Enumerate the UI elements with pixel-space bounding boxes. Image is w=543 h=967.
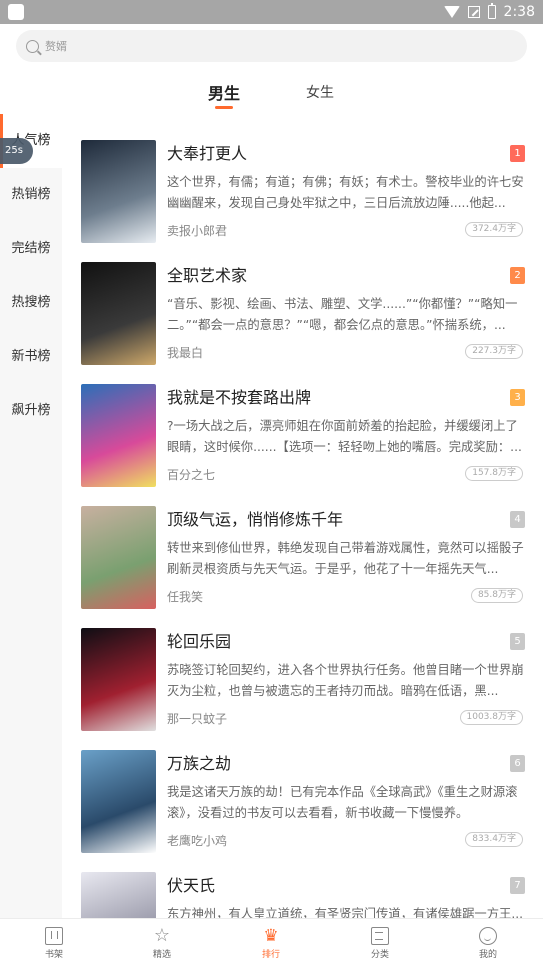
- bottom-navigation: 书架 ☆ 精选 ♛ 排行 分类 我的: [0, 918, 543, 967]
- book-item[interactable]: 顶级气运，悄悄修炼千年 4 转世来到修仙世界，韩绝发现自己带着游戏属性，竟然可以…: [62, 496, 543, 618]
- tab-female[interactable]: 女生: [306, 82, 334, 102]
- word-count-badge: 157.8万字: [465, 466, 523, 481]
- search-input[interactable]: [45, 39, 505, 53]
- book-title: 我就是不按套路出牌: [167, 388, 312, 407]
- book-title: 轮回乐园: [167, 632, 232, 651]
- book-description: 东方神州，有人皇立道统，有圣贤宗门传道，有诸侯雄踞一方王...: [167, 907, 524, 918]
- rank-badge: 6: [510, 755, 525, 772]
- book-description: 我是这诸天万族的劫！已有完本作品《全球高武》《重生之财源滚滚》，没看过的书友可以…: [167, 785, 518, 820]
- sidebar-item-rising[interactable]: 飙升榜: [0, 384, 62, 438]
- book-title: 大奉打更人: [167, 144, 248, 163]
- status-time: 2:38: [503, 4, 535, 20]
- book-description: 这个世界，有儒；有道；有佛；有妖；有术士。警校毕业的许七安幽幽醒来，发现自己身处…: [167, 175, 524, 210]
- crown-icon: ♛: [263, 926, 279, 946]
- book-item[interactable]: 全职艺术家 2 “音乐、影视、绘画、书法、雕塑、文学......”“你都懂？”“…: [62, 252, 543, 374]
- book-cover: [81, 628, 156, 731]
- book-cover: [81, 384, 156, 487]
- battery-icon: [487, 3, 496, 19]
- rank-badge: 7: [510, 877, 525, 894]
- book-title: 顶级气运，悄悄修炼千年: [167, 510, 344, 529]
- ranking-sidebar: 人气榜 热销榜 完结榜 热搜榜 新书榜 飙升榜: [0, 114, 62, 918]
- rank-badge: 1: [510, 145, 525, 162]
- sidebar-item-label: 热搜榜: [11, 295, 51, 310]
- nav-profile[interactable]: 我的: [448, 919, 528, 967]
- search-bar[interactable]: [16, 30, 527, 62]
- book-author: 任我笑: [167, 590, 204, 604]
- profile-icon: [479, 927, 497, 945]
- gender-tabs: 男生 女生: [0, 78, 543, 114]
- book-cover: [81, 262, 156, 365]
- sidebar-item-label: 热销榜: [11, 187, 51, 202]
- wifi-icon: [443, 6, 460, 18]
- sidebar-item-hot-search[interactable]: 热搜榜: [0, 276, 62, 330]
- sidebar-item-label: 新书榜: [11, 349, 51, 364]
- book-title: 全职艺术家: [167, 266, 248, 285]
- sidebar-item-completed[interactable]: 完结榜: [0, 222, 62, 276]
- star-icon: ☆: [153, 925, 171, 946]
- nav-label: 我的: [478, 950, 497, 960]
- book-description: ?一场大战之后，漂亮师姐在你面前娇羞的抬起脸，并缓缓闭上了眼睛，这时候你....…: [167, 419, 522, 454]
- word-count-badge: 833.4万字: [465, 832, 523, 847]
- book-item[interactable]: 伏天氏 7 东方神州，有人皇立道统，有圣贤宗门传道，有诸侯雄踞一方王...: [62, 862, 543, 918]
- bookshelf-icon: [45, 927, 63, 945]
- status-icons: 2:38: [443, 3, 535, 21]
- nav-label: 排行: [261, 950, 280, 960]
- no-signal-icon: [467, 6, 480, 18]
- book-cover: [81, 872, 156, 918]
- tab-active-indicator: [215, 106, 233, 109]
- book-item[interactable]: 万族之劫 6 我是这诸天万族的劫！已有完本作品《全球高武》《重生之财源滚滚》，没…: [62, 740, 543, 862]
- word-count-badge: 227.3万字: [465, 344, 523, 359]
- nav-featured[interactable]: ☆ 精选: [122, 919, 202, 967]
- category-icon: [371, 927, 389, 945]
- search-icon: [26, 39, 39, 53]
- book-cover: [81, 750, 156, 853]
- tab-male[interactable]: 男生: [208, 80, 240, 104]
- nav-bookshelf[interactable]: 书架: [14, 919, 94, 967]
- word-count-badge: 1003.8万字: [459, 710, 523, 725]
- word-count-badge: 372.4万字: [465, 222, 523, 237]
- book-author: 百分之七: [167, 468, 216, 482]
- book-author: 那一只蚊子: [167, 712, 228, 726]
- floating-timer-badge[interactable]: 25s: [0, 138, 33, 164]
- book-item[interactable]: 轮回乐园 5 苏晓签订轮回契约，进入各个世界执行任务。他曾目睹一个世界崩灭为尘粒…: [62, 618, 543, 740]
- book-author: 我最白: [167, 346, 204, 360]
- book-description: 苏晓签订轮回契约，进入各个世界执行任务。他曾目睹一个世界崩灭为尘粒，也曾与被遗忘…: [167, 663, 524, 698]
- rank-badge: 2: [510, 267, 525, 284]
- book-description: 转世来到修仙世界，韩绝发现自己带着游戏属性，竟然可以摇骰子刷新灵根资质与先天气运…: [167, 541, 524, 576]
- notification-app-icon: [8, 4, 24, 20]
- book-list: 大奉打更人 1 这个世界，有儒；有道；有佛；有妖；有术士。警校毕业的许七安幽幽醒…: [62, 130, 543, 918]
- book-item[interactable]: 大奉打更人 1 这个世界，有儒；有道；有佛；有妖；有术士。警校毕业的许七安幽幽醒…: [62, 130, 543, 252]
- sidebar-item-bestseller[interactable]: 热销榜: [0, 168, 62, 222]
- nav-label: 分类: [370, 950, 389, 960]
- rank-badge: 5: [510, 633, 525, 650]
- book-author: 老鹰吃小鸡: [167, 834, 228, 848]
- book-title: 万族之劫: [167, 754, 232, 773]
- book-item[interactable]: 我就是不按套路出牌 3 ?一场大战之后，漂亮师姐在你面前娇羞的抬起脸，并缓缓闭上…: [62, 374, 543, 496]
- nav-category[interactable]: 分类: [340, 919, 420, 967]
- nav-label: 精选: [152, 950, 171, 960]
- rank-badge: 3: [510, 389, 525, 406]
- word-count-badge: 85.8万字: [470, 588, 523, 603]
- book-description: “音乐、影视、绘画、书法、雕塑、文学......”“你都懂？”“略知一二。”“都…: [167, 297, 518, 332]
- book-title: 伏天氏: [167, 876, 216, 895]
- book-cover: [81, 140, 156, 243]
- book-cover: [81, 506, 156, 609]
- sidebar-item-label: 飙升榜: [11, 403, 51, 418]
- rank-badge: 4: [510, 511, 525, 528]
- status-bar: 2:38: [0, 0, 543, 24]
- nav-ranking[interactable]: ♛ 排行: [231, 919, 311, 967]
- sidebar-item-new-books[interactable]: 新书榜: [0, 330, 62, 384]
- sidebar-item-label: 完结榜: [11, 241, 51, 256]
- nav-label: 书架: [44, 950, 63, 960]
- book-author: 卖报小郎君: [167, 224, 228, 238]
